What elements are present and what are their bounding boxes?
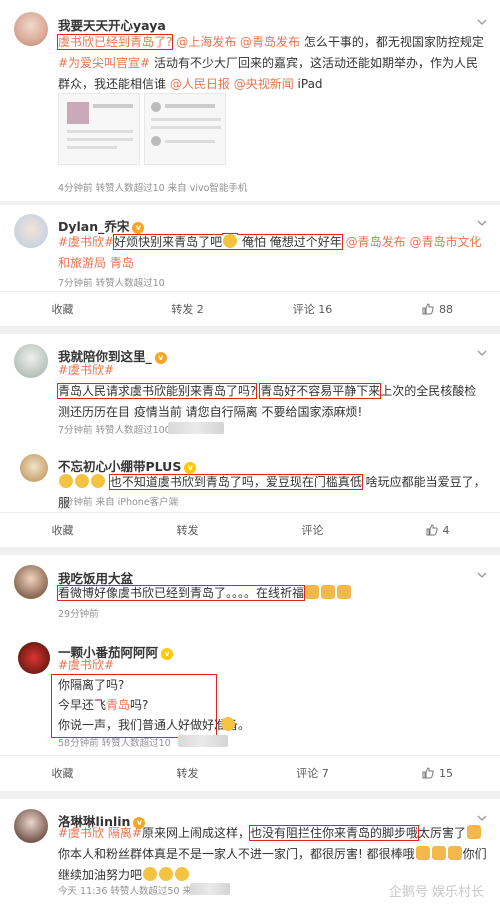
action-bar: 收藏 转发 评论 4 <box>0 512 500 548</box>
watermark: 企鹅号 娱乐村长 <box>388 885 484 900</box>
thumb-up-icon <box>422 303 434 315</box>
avatar[interactable] <box>18 642 50 674</box>
emoji-icon <box>91 474 105 488</box>
post-meta: 4分钟前 转赞人数超过10 来自 vivo智能手机 <box>58 183 248 194</box>
emoji-icon <box>221 717 235 731</box>
like-button[interactable]: 4 <box>375 513 500 548</box>
post-text: 看微博好像虞书欣已经到青岛了。。。。在线祈福 <box>56 583 488 604</box>
hashtag-link[interactable]: #为爱尖叫官宣# <box>58 56 150 70</box>
post-meta: 7分钟前 转赞人数超过100 <box>58 425 171 436</box>
thumb-icon <box>415 846 430 860</box>
mention-link[interactable]: @青岛发布 <box>240 35 300 49</box>
favorite-button[interactable]: 收藏 <box>0 513 125 548</box>
comment-button[interactable]: 评论 16 <box>250 292 375 327</box>
highlight-box: 虞书欣已经到青岛了? <box>56 34 174 50</box>
mention-link[interactable]: @央视新闻 <box>234 77 294 91</box>
highlight-box: 看微博好像虞书欣已经到青岛了。。。。在线祈福 <box>56 585 306 601</box>
vip-badge-icon: v <box>161 648 174 660</box>
reply-line: 你说一声，我们普通人好做好准备。 <box>58 718 251 732</box>
comment-button[interactable]: 评论 7 <box>250 756 375 791</box>
action-bar: 收藏 转发 2 评论 16 88 <box>0 291 500 327</box>
favorite-button[interactable]: 收藏 <box>0 756 125 791</box>
highlight-box: 好烦快别来青岛了吧 俺怕 俺想过个好年 <box>113 234 343 250</box>
repost-button[interactable]: 转发 <box>125 756 250 791</box>
reply-hashtag: #虞书欣# <box>58 658 115 672</box>
post-text: #虞书欣 隔离#原来网上闹成这样，也没有阻拦住你来青岛的脚步哦太厉害了你本人和粉… <box>58 825 487 882</box>
post-card-1: 我要天天开心yaya 虞书欣已经到青岛了? @上海发布 @青岛发布 怎么干事的，… <box>0 0 500 201</box>
thumb-icon <box>466 825 481 839</box>
post-text: #虞书欣#好烦快别来青岛了吧 俺怕 俺想过个好年 @青岛发布 @青岛市文化和旅游… <box>58 232 486 274</box>
highlight-box: 也没有阻拦住你来青岛的脚步哦 <box>248 825 419 841</box>
reply-line: 你隔离了吗? <box>58 678 125 692</box>
emoji-icon <box>175 867 190 881</box>
chevron-down-icon[interactable] <box>476 217 488 229</box>
avatar[interactable] <box>14 12 48 46</box>
repost-button[interactable]: 转发 2 <box>125 292 250 327</box>
action-bar: 收藏 转发 评论 7 15 <box>0 755 500 791</box>
chevron-down-icon[interactable] <box>476 16 488 28</box>
chevron-down-icon[interactable] <box>476 569 488 581</box>
thumb-up-icon <box>422 767 434 779</box>
hashtag-link[interactable]: #虞书欣# <box>58 235 114 249</box>
favorite-button[interactable]: 收藏 <box>0 292 125 327</box>
pray-icon <box>337 585 352 599</box>
image-thumbnail[interactable] <box>58 93 140 165</box>
avatar[interactable] <box>14 565 48 599</box>
emoji-icon <box>143 867 158 881</box>
thumb-up-icon <box>426 524 438 536</box>
pray-icon <box>305 585 320 599</box>
like-button[interactable]: 15 <box>375 756 500 791</box>
emoji-icon <box>75 474 89 488</box>
highlight-box: 青岛人民请求虞书欣能别来青岛了吗? <box>56 383 258 399</box>
highlight-box: 青岛好不容易平静下来 <box>259 383 382 399</box>
comment-button[interactable]: 评论 <box>250 513 375 548</box>
highlight-box: 也不知道虞书欣到青岛了吗，爱豆现在门槛真低 <box>108 474 363 490</box>
thumb-icon <box>447 846 462 860</box>
mention-link[interactable]: @人民日报 <box>170 77 230 91</box>
post-meta: 今天 11:36 转赞人数超过50 来自 <box>58 886 202 897</box>
blurred-source <box>168 422 224 434</box>
like-button[interactable]: 88 <box>375 292 500 327</box>
post-text: #虞书欣# 青岛人民请求虞书欣能别来青岛了吗? 青岛好不容易平静下来上次的全民核… <box>56 363 477 419</box>
hashtag-link[interactable]: #虞书欣# <box>58 363 114 377</box>
post-card-4: 我吃饭用大盆 看微博好像虞书欣已经到青岛了。。。。在线祈福 29分钟前 一颗小番… <box>0 555 500 791</box>
post-text: 虞书欣已经到青岛了? @上海发布 @青岛发布 怎么干事的，都无视国家防控规定 #… <box>56 34 484 91</box>
reply-meta: 7分钟前 来自 iPhone客户端 <box>58 497 179 508</box>
emoji-icon <box>223 234 238 248</box>
avatar[interactable] <box>20 454 48 482</box>
emoji-icon <box>159 867 174 881</box>
post-card-2: Dylan_乔宋 v #虞书欣#好烦快别来青岛了吧 俺怕 俺想过个好年 @青岛发布… <box>0 205 500 326</box>
post-meta: 7分钟前 转赞人数超过10 <box>58 278 165 289</box>
hashtag-link[interactable]: #虞书欣 隔离# <box>58 826 142 840</box>
emoji-icon <box>59 474 73 488</box>
reply-meta: 58分钟前 转赞人数超过10 <box>58 738 171 749</box>
blurred-source <box>190 883 230 895</box>
location-link[interactable]: 青岛 <box>110 256 134 270</box>
image-thumbnail[interactable] <box>144 93 226 165</box>
avatar[interactable] <box>14 809 48 843</box>
avatar[interactable] <box>14 344 48 378</box>
repost-button[interactable]: 转发 <box>125 513 250 548</box>
highlight-box: 你隔离了吗? 今早还飞青岛吗? 你说一声，我们普通人好做好准备。 <box>51 674 251 738</box>
thumb-icon <box>431 846 446 860</box>
mention-link[interactable]: @青岛发布 <box>346 235 406 249</box>
reply-line: 今早还飞青岛吗? <box>58 698 149 712</box>
avatar[interactable] <box>14 214 48 248</box>
blurred-source <box>178 735 228 747</box>
pray-icon <box>321 585 336 599</box>
post-card-3: 我就陪你到这里_ v #虞书欣# 青岛人民请求虞书欣能别来青岛了吗? 青岛好不容易… <box>0 334 500 547</box>
chevron-down-icon[interactable] <box>476 347 488 359</box>
mention-link[interactable]: @上海发布 <box>176 35 236 49</box>
location-word: 青岛 <box>106 698 131 712</box>
post-meta: 29分钟前 <box>58 609 99 620</box>
